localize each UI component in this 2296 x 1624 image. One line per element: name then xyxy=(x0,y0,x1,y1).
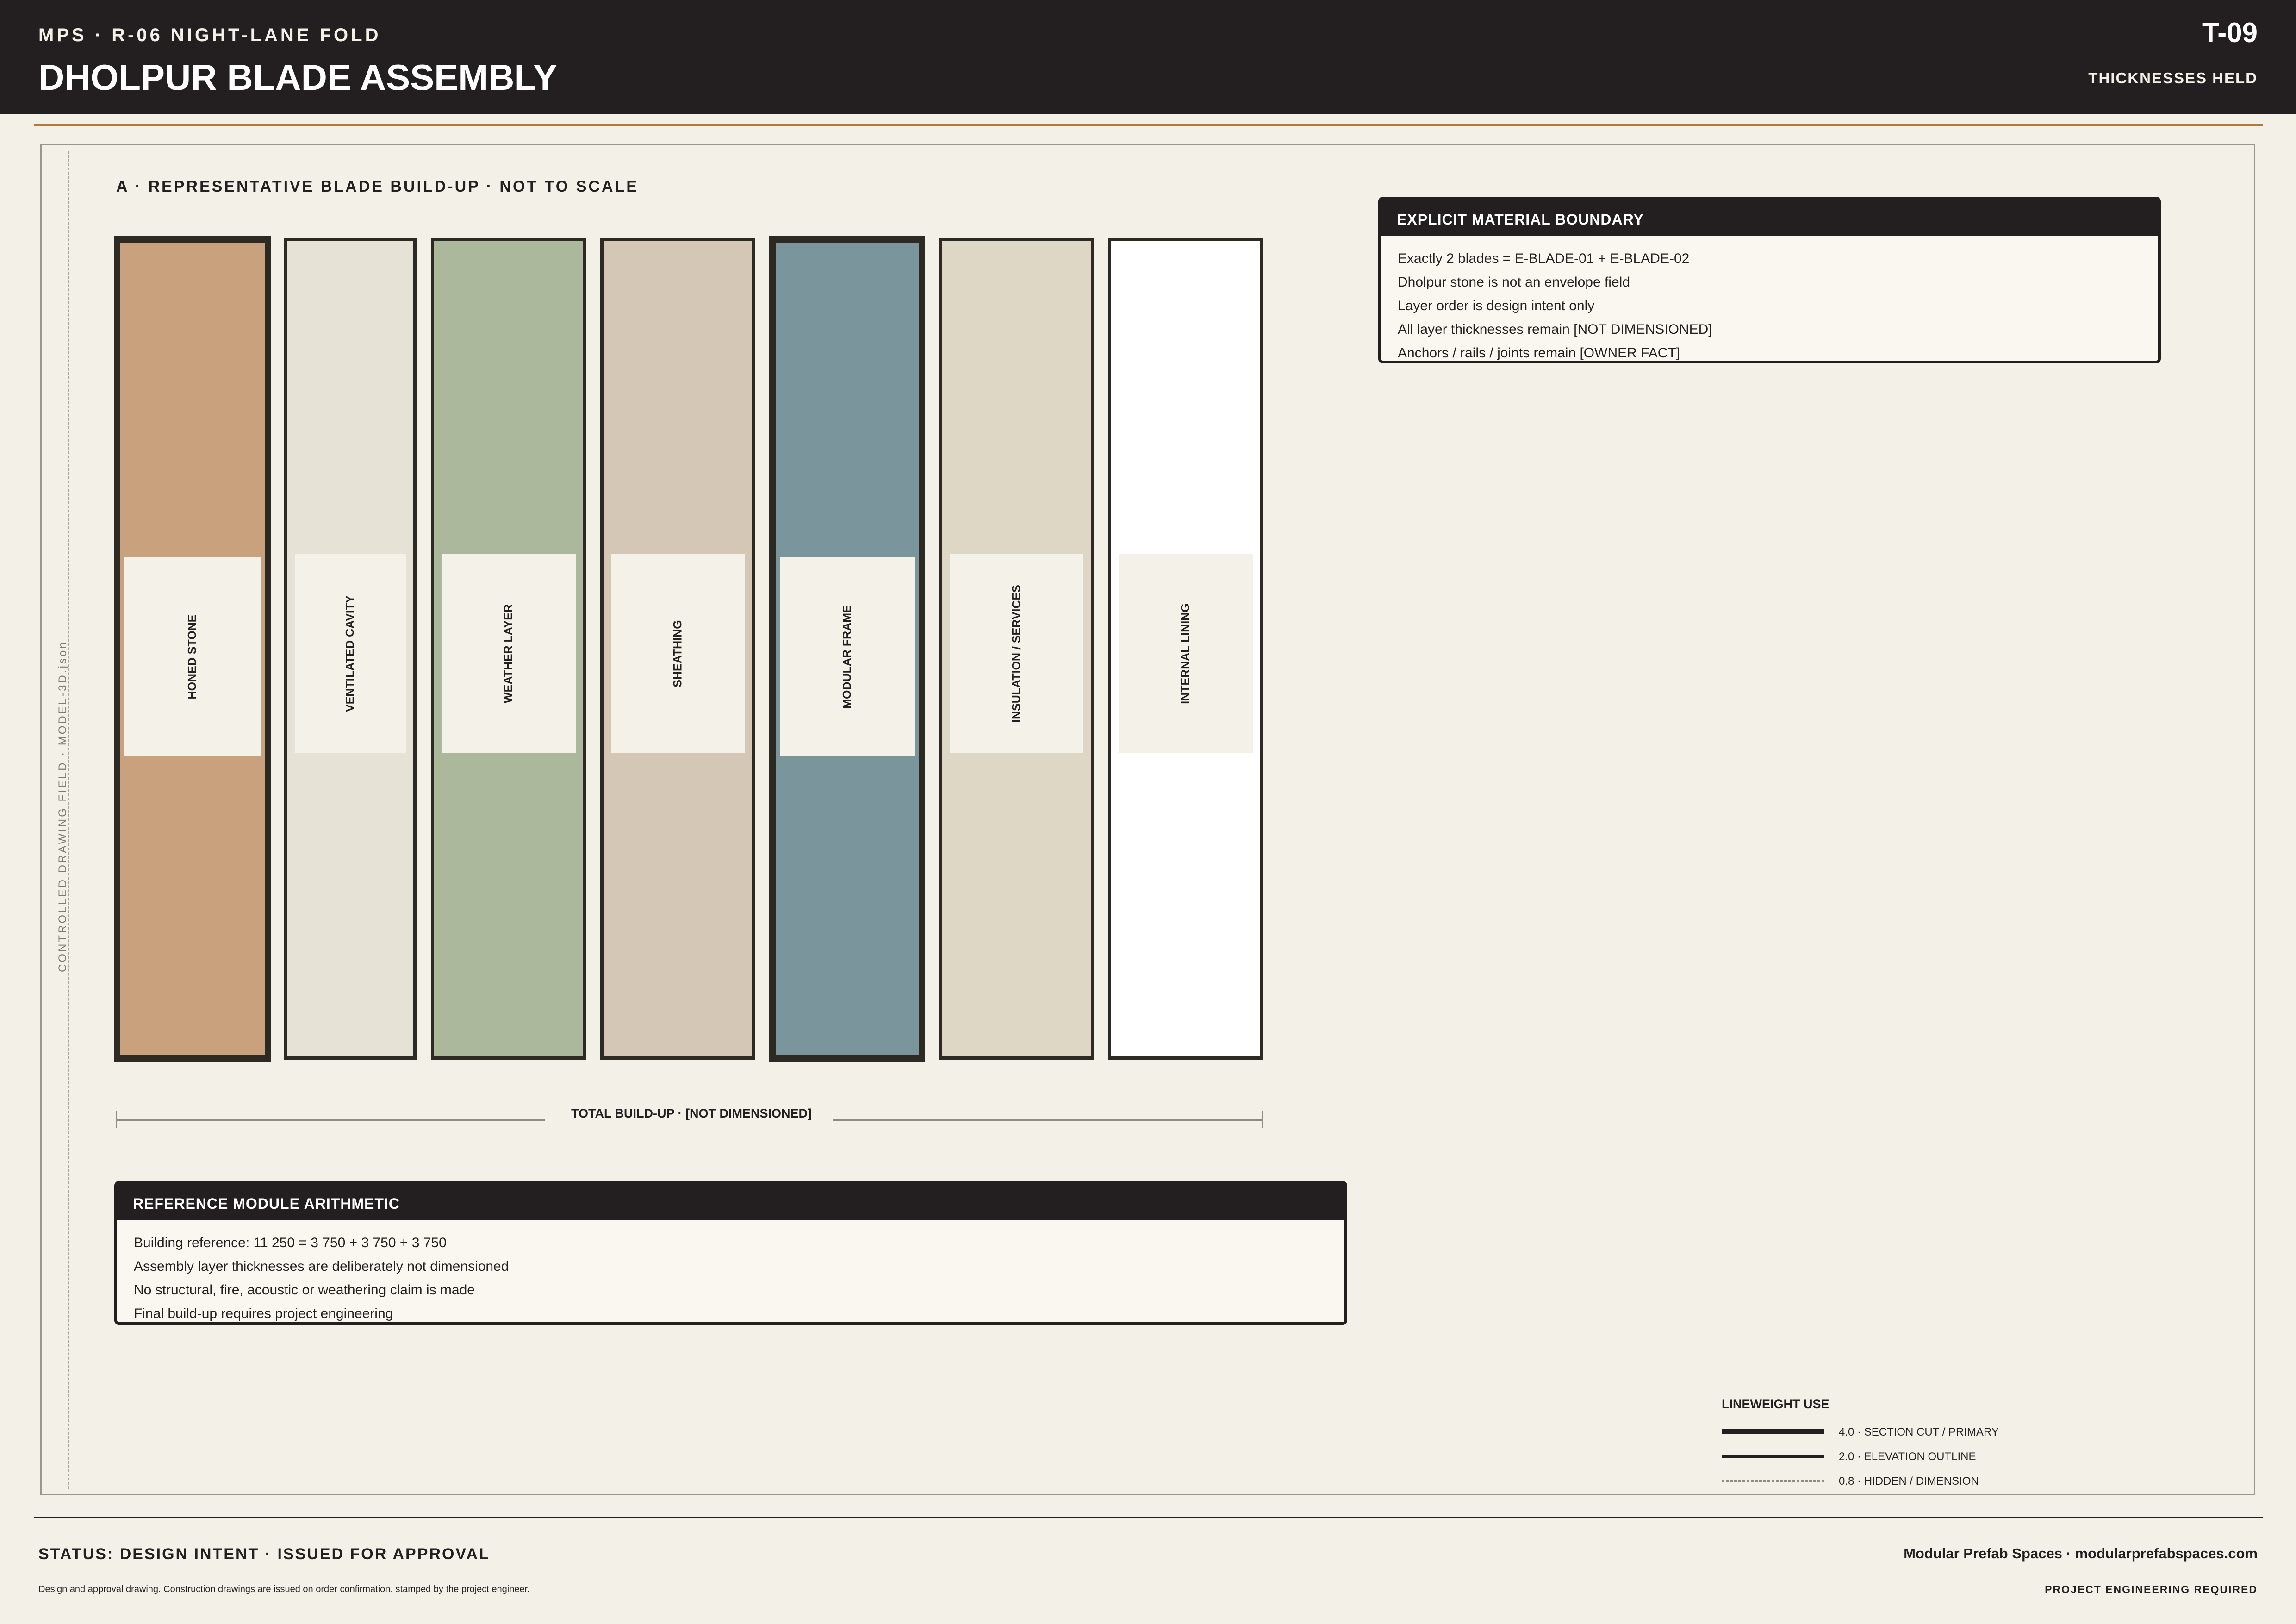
sheet-number: T-09 xyxy=(2202,17,2258,48)
blade-ventilated-cavity: VENTILATED CAVITY xyxy=(284,238,417,1060)
blade-label: INTERNAL LINING xyxy=(1179,603,1192,704)
panel-line: No structural, fire, acoustic or weather… xyxy=(134,1282,475,1298)
panel-body: Exactly 2 blades = E-BLADE-01 + E-BLADE-… xyxy=(1381,236,2158,361)
legend-label: 4.0 · SECTION CUT / PRIMARY xyxy=(1839,1426,1999,1438)
legend-line-hidden xyxy=(1722,1480,1824,1482)
panel-title: EXPLICIT MATERIAL BOUNDARY xyxy=(1381,200,2158,236)
blade-label-card: INTERNAL LINING xyxy=(1119,554,1253,753)
engineering-notice: PROJECT ENGINEERING REQUIRED xyxy=(2045,1583,2258,1595)
panel-line: Exactly 2 blades = E-BLADE-01 + E-BLADE-… xyxy=(1398,251,1690,266)
company-credit: Modular Prefab Spaces · modularprefabspa… xyxy=(1904,1545,2258,1562)
blade-weather-layer: WEATHER LAYER xyxy=(431,238,586,1060)
panel-body: Building reference: 11 250 = 3 750 + 3 7… xyxy=(117,1220,1344,1322)
dimension-tick-right xyxy=(1262,1111,1263,1128)
blade-sheathing: SHEATHING xyxy=(600,238,755,1060)
panel-line: Final build-up requires project engineer… xyxy=(134,1306,393,1321)
footer-rule xyxy=(34,1517,2263,1518)
blade-label: MODULAR FRAME xyxy=(840,605,853,709)
blade-label: VENTILATED CAVITY xyxy=(343,595,357,712)
material-boundary-panel: EXPLICIT MATERIAL BOUNDARY Exactly 2 bla… xyxy=(1378,197,2161,363)
status-line: STATUS: DESIGN INTENT · ISSUED FOR APPRO… xyxy=(38,1545,490,1563)
legend-line-outline xyxy=(1722,1455,1824,1458)
blade-label: INSULATION / SERVICES xyxy=(1010,584,1023,723)
legend-label: 2.0 · ELEVATION OUTLINE xyxy=(1839,1450,1976,1463)
blade-label-card: MODULAR FRAME xyxy=(780,557,915,756)
panel-line: Layer order is design intent only xyxy=(1398,298,1595,313)
blade-label: SHEATHING xyxy=(671,619,684,687)
blade-label-card: VENTILATED CAVITY xyxy=(295,554,406,753)
panel-line: Assembly layer thicknesses are deliberat… xyxy=(134,1259,509,1274)
dimension-label: TOTAL BUILD-UP · [NOT DIMENSIONED] xyxy=(571,1106,812,1120)
blade-label-card: WEATHER LAYER xyxy=(442,554,576,753)
panel-line: All layer thicknesses remain [NOT DIMENS… xyxy=(1398,322,1712,337)
blade-modular-frame: MODULAR FRAME xyxy=(769,236,925,1062)
legend-line-primary xyxy=(1722,1429,1824,1434)
blade-label-card: INSULATION / SERVICES xyxy=(950,554,1083,753)
blade-label: HONED STONE xyxy=(186,614,199,699)
panel-line: Dholpur stone is not an envelope field xyxy=(1398,275,1630,290)
blade-label-card: SHEATHING xyxy=(611,554,745,753)
section-heading: A · REPRESENTATIVE BLADE BUILD-UP · NOT … xyxy=(116,178,639,195)
blade-honed-stone: HONED STONE xyxy=(114,236,271,1062)
drawing-field-label: CONTROLLED DRAWING FIELD · MODEL-3D.json xyxy=(56,640,69,972)
dimension-line-right xyxy=(833,1119,1262,1121)
dimension-line-left xyxy=(116,1119,545,1121)
sheet-title: DHOLPUR BLADE ASSEMBLY xyxy=(38,57,557,98)
blade-internal-lining: INTERNAL LINING xyxy=(1108,238,1263,1060)
accent-rule xyxy=(34,124,2263,126)
blade-label-card: HONED STONE xyxy=(124,557,261,756)
sheet-status: THICKNESSES HELD xyxy=(2088,69,2258,87)
legend-label: 0.8 · HIDDEN / DIMENSION xyxy=(1839,1475,1979,1487)
legend-title: LINEWEIGHT USE xyxy=(1722,1397,1829,1411)
panel-line: Anchors / rails / joints remain [OWNER F… xyxy=(1398,345,1680,361)
project-line: MPS · R-06 NIGHT-LANE FOLD xyxy=(38,25,381,45)
panel-line: Building reference: 11 250 = 3 750 + 3 7… xyxy=(134,1235,447,1250)
title-block-header: MPS · R-06 NIGHT-LANE FOLD DHOLPUR BLADE… xyxy=(0,0,2296,114)
approval-note: Design and approval drawing. Constructio… xyxy=(38,1584,530,1594)
panel-title: REFERENCE MODULE ARITHMETIC xyxy=(117,1184,1344,1220)
blade-label: WEATHER LAYER xyxy=(502,604,515,703)
module-arithmetic-panel: REFERENCE MODULE ARITHMETIC Building ref… xyxy=(114,1181,1347,1325)
blade-insulation-services: INSULATION / SERVICES xyxy=(939,238,1094,1060)
